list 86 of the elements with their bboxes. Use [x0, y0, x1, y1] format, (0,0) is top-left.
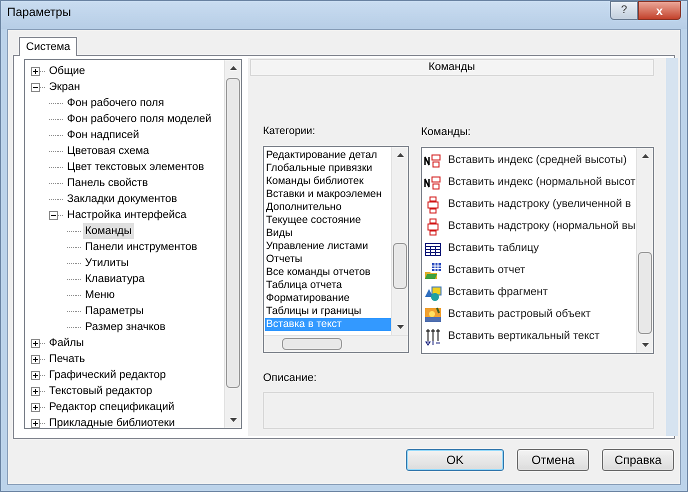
tree-item[interactable]: Закладки документов [65, 191, 180, 207]
collapse-icon[interactable] [49, 210, 58, 220]
dialog-button[interactable]: OK [406, 449, 504, 471]
dialog-button[interactable]: Справка [602, 449, 674, 471]
list-item[interactable]: Вставить отчет [424, 260, 636, 282]
list-item[interactable]: Вставки и макроэлемен [265, 188, 391, 201]
report-icon [424, 262, 442, 280]
fragment-icon [424, 284, 442, 302]
list-item[interactable]: Отчеты [265, 252, 391, 266]
scroll-thumb[interactable] [638, 252, 652, 334]
tree-item[interactable]: Клавиатура [83, 271, 147, 287]
scrollbar[interactable] [391, 146, 408, 335]
list-item[interactable]: Текущее состояние [265, 214, 391, 227]
index-icon [424, 174, 442, 192]
vertical-text-icon [424, 328, 442, 346]
tree-item[interactable]: Файлы [47, 335, 86, 351]
scroll-down-icon[interactable] [397, 324, 404, 329]
list-item[interactable]: Вставить индекс (нормальной высот [424, 172, 636, 194]
window-title: Параметры [7, 4, 72, 21]
scroll-down-icon[interactable] [230, 418, 237, 422]
expand-icon[interactable] [31, 370, 40, 380]
expand-icon[interactable] [31, 338, 40, 348]
tree-item[interactable]: Графический редактор [47, 367, 168, 383]
command-list[interactable] [421, 146, 654, 354]
tree-item[interactable]: Текстовый редактор [47, 383, 154, 399]
field-label: Описание: [262, 370, 318, 386]
tree-item[interactable]: Фон рабочего поля моделей [65, 111, 214, 127]
tree-item[interactable]: Фон надписей [65, 127, 142, 143]
category-list[interactable] [263, 146, 409, 353]
dialog-button[interactable]: Отмена [517, 449, 589, 471]
scroll-thumb[interactable] [226, 78, 240, 388]
horizontal-scrollbar[interactable] [264, 334, 408, 352]
tree-item[interactable]: Редактор спецификаций [47, 399, 176, 415]
list-item[interactable]: Редактирование детал [265, 148, 391, 162]
tree-item[interactable]: Параметры [83, 303, 146, 319]
list-item[interactable]: Вставить растровый объект [424, 304, 636, 326]
field-label: Категории: [263, 124, 316, 139]
list-item[interactable]: Таблицы и границы [265, 304, 391, 318]
field-label: Команды: [421, 125, 472, 140]
tree-item[interactable]: Панель свойств [65, 175, 150, 191]
tree-item[interactable]: Прикладные библиотеки [47, 415, 177, 428]
list-item[interactable]: Вставить надстроку (нормальной вы [424, 216, 636, 238]
tab[interactable]: Система [19, 37, 78, 56]
tree-item[interactable]: Фон рабочего поля [65, 95, 166, 111]
index-icon [424, 152, 442, 170]
tree-item[interactable]: Настройка интерфейса [65, 207, 189, 223]
list-item[interactable]: Вставить вертикальный текст [424, 326, 636, 348]
scroll-up-icon[interactable] [230, 66, 237, 70]
list-item[interactable]: Таблица отчета [265, 278, 391, 292]
list-item[interactable]: Вставить индекс (средней высоты) [424, 150, 636, 172]
list-item[interactable]: Дополнительно [265, 200, 391, 214]
tree-item[interactable]: Утилиты [83, 255, 131, 271]
section-header: Команды [250, 59, 654, 76]
tree-item[interactable]: Экран [47, 79, 82, 95]
tree-item[interactable]: Меню [83, 287, 117, 303]
scroll-thumb[interactable] [393, 242, 407, 289]
scroll-up-icon[interactable] [397, 152, 404, 157]
expand-icon[interactable] [31, 66, 40, 76]
expand-icon[interactable] [31, 386, 40, 396]
help-button[interactable]: ? [610, 1, 638, 20]
expand-icon[interactable] [31, 402, 40, 412]
list-item[interactable]: Управление листами [265, 240, 391, 253]
list-item[interactable]: Виды [265, 226, 391, 240]
scroll-down-icon[interactable] [642, 342, 649, 346]
scroll-thumb[interactable] [282, 338, 342, 350]
list-item[interactable]: Глобальные привязки [265, 162, 391, 175]
list-item[interactable]: Вставить фрагмент [424, 282, 636, 304]
tree-item[interactable]: Размер значков [83, 319, 168, 335]
tree-item[interactable]: Команды [83, 223, 134, 239]
list-item[interactable]: Вставить таблицу [424, 238, 636, 260]
tree-item[interactable]: Общие [47, 63, 88, 79]
collapse-icon[interactable] [31, 82, 40, 92]
list-item[interactable]: Вставить надстроку (увеличенной в [424, 194, 636, 216]
tree-item[interactable]: Цвет текстовых элементов [65, 159, 206, 175]
tree-item[interactable]: Панели инструментов [83, 239, 200, 255]
list-item[interactable]: Команды библиотек [265, 174, 391, 188]
scrollbar[interactable] [636, 148, 653, 352]
tree-item[interactable]: Цветовая схема [65, 143, 152, 159]
tree-item[interactable]: Печать [47, 351, 88, 367]
expand-icon[interactable] [31, 354, 40, 364]
scrollbar[interactable] [224, 60, 241, 428]
list-item[interactable]: Все команды отчетов [265, 266, 391, 279]
list-item[interactable]: Форматирование [265, 292, 391, 305]
expand-icon[interactable] [31, 418, 40, 428]
image-icon [424, 306, 442, 324]
scroll-up-icon[interactable] [642, 154, 649, 158]
